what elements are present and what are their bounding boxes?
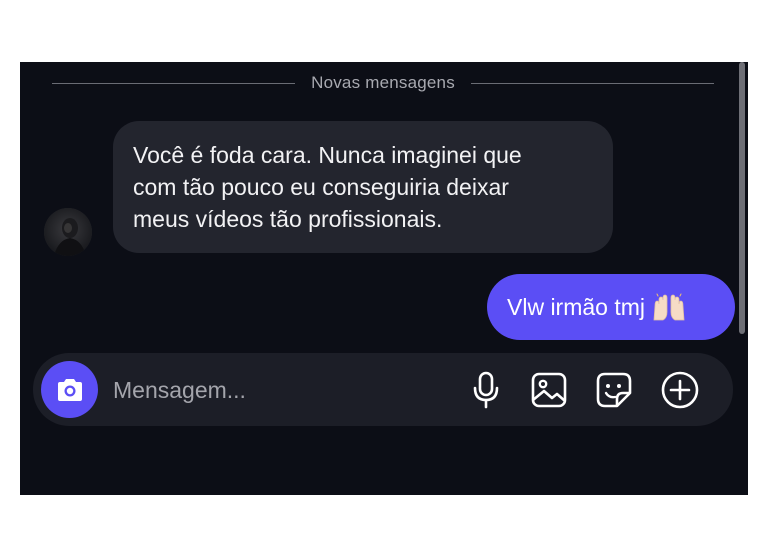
chat-window: Novas mensagens Você é foda cara. Nunca … (20, 62, 748, 495)
scrollbar[interactable] (739, 62, 745, 334)
message-composer (33, 353, 733, 426)
gallery-button[interactable] (528, 369, 570, 411)
microphone-icon (473, 371, 499, 409)
new-messages-label: Novas mensagens (311, 73, 455, 92)
message-input[interactable] (113, 371, 443, 409)
new-messages-divider: Novas mensagens (52, 72, 714, 94)
divider-line-left (52, 82, 296, 84)
incoming-message-bubble[interactable]: Você é foda cara. Nunca imaginei que com… (113, 121, 613, 253)
add-button[interactable] (659, 369, 701, 411)
camera-button[interactable] (41, 361, 98, 418)
divider-line-right (470, 82, 714, 84)
sticker-icon (596, 372, 632, 408)
gallery-icon (531, 372, 567, 408)
sender-avatar[interactable] (44, 208, 92, 256)
message-line: Você é foda cara. Nunca imaginei que (133, 142, 522, 168)
microphone-button[interactable] (465, 369, 507, 411)
sticker-button[interactable] (593, 369, 635, 411)
camera-icon (57, 378, 82, 401)
raising-hands-emoji-icon (651, 292, 687, 322)
plus-circle-icon (661, 371, 699, 409)
message-line: meus vídeos tão profissionais. (133, 206, 443, 232)
outgoing-message-bubble[interactable]: Vlw irmão tmj (487, 274, 735, 340)
outgoing-message-text: Vlw irmão tmj (507, 293, 646, 320)
message-line: com tão pouco eu conseguiria deixar (133, 174, 509, 200)
